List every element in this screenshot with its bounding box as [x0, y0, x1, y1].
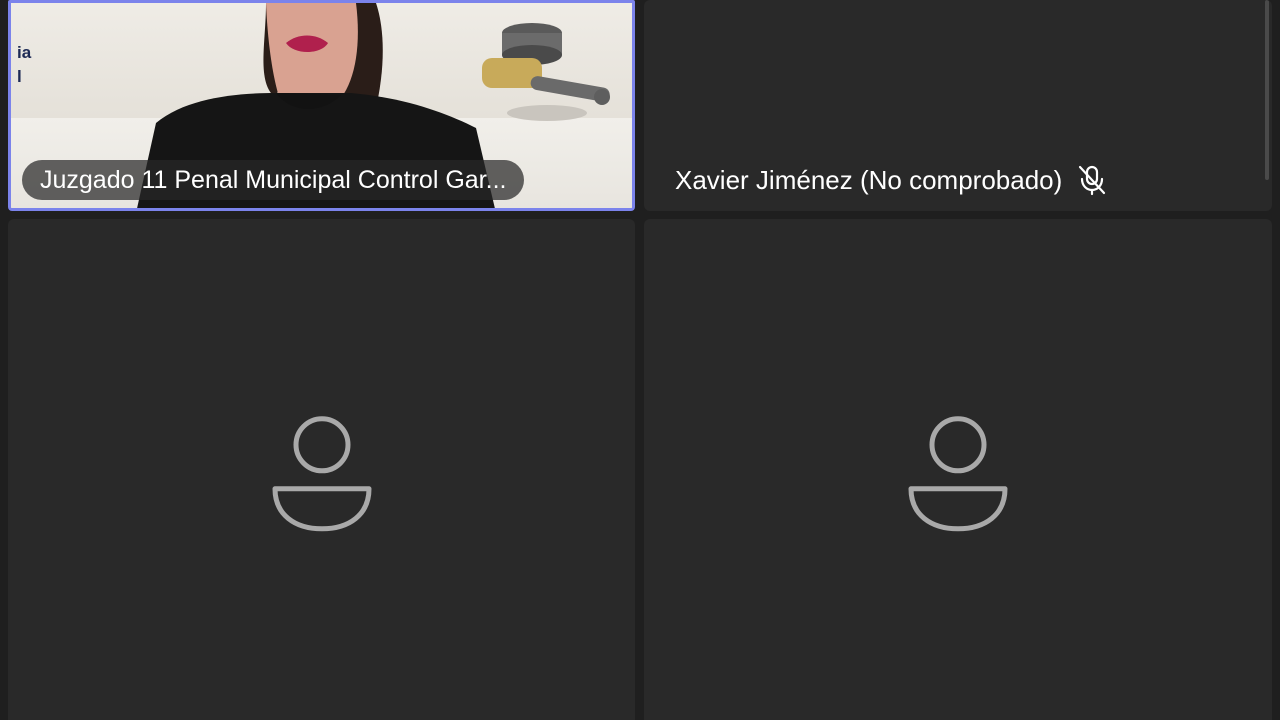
- participant-tile-xavier[interactable]: Xavier Jiménez (No comprobado): [644, 0, 1272, 211]
- mic-off-icon: [1079, 165, 1106, 196]
- participant-name: Juzgado 11 Penal Municipal Control Gar..…: [22, 160, 525, 200]
- participant-tile-3[interactable]: [8, 219, 635, 720]
- backdrop-logo: ia l: [17, 41, 31, 89]
- backdrop-logo-line-2: l: [17, 67, 22, 86]
- backdrop-logo-line-1: ia: [17, 43, 32, 62]
- person-placeholder-icon: [908, 415, 1008, 531]
- participant-tile-juzgado[interactable]: ia l Juzgado 11 Penal Municipal Control …: [8, 0, 635, 211]
- participant-tile-4[interactable]: [644, 219, 1272, 720]
- meeting-stage: ia l Juzgado 11 Penal Municipal Control …: [0, 0, 1280, 720]
- participant-name: Xavier Jiménez (No comprobado): [675, 164, 1063, 195]
- scrollbar[interactable]: [1265, 0, 1269, 180]
- participant-name-row: Xavier Jiménez (No comprobado): [675, 160, 1108, 200]
- person-placeholder-icon: [272, 415, 371, 531]
